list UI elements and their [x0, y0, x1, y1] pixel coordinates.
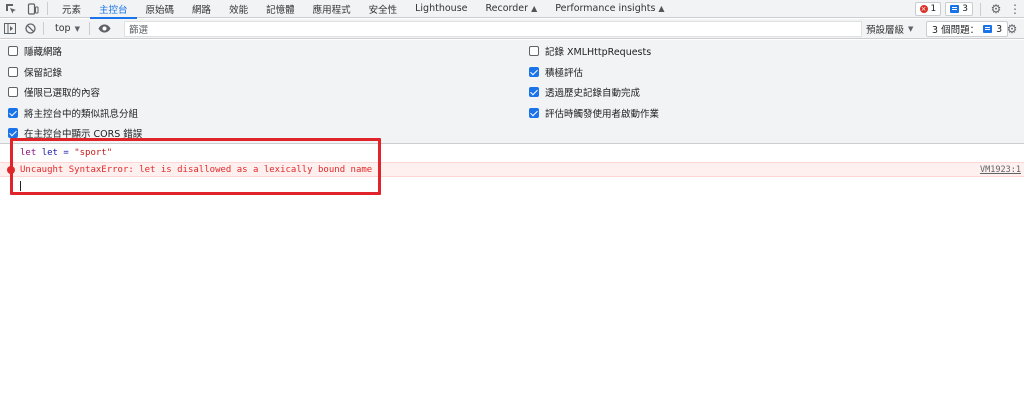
- tab-7[interactable]: 安全性: [360, 0, 407, 18]
- keyword-let: let: [20, 148, 37, 158]
- issues-button[interactable]: 3 個問題： 3: [926, 21, 1009, 37]
- eye-icon[interactable]: [95, 19, 115, 39]
- setting-left-1[interactable]: 保留記錄: [8, 65, 62, 79]
- console-input-echo: let let = "sport": [0, 145, 1024, 161]
- sidebar-toggle-icon[interactable]: [0, 19, 20, 39]
- log-levels-label: 預設層級: [866, 25, 905, 36]
- tab-label: 應用程式: [312, 4, 351, 16]
- setting-checkbox[interactable]: [8, 87, 18, 97]
- setting-checkbox[interactable]: [8, 46, 18, 56]
- tab-label: 元素: [62, 4, 82, 16]
- tab-bar-divider: [47, 2, 48, 15]
- error-count: 1: [930, 4, 937, 14]
- tab-bar-right: × 1 3 ⚙ ⋮: [914, 0, 1024, 18]
- tab-6[interactable]: 應用程式: [304, 0, 360, 18]
- error-icon: [7, 166, 15, 174]
- error-source-link[interactable]: VM1923:1: [980, 165, 1021, 175]
- tab-4[interactable]: 效能: [220, 0, 257, 18]
- message-icon: [950, 5, 960, 13]
- tab-label: 網路: [192, 4, 212, 16]
- setting-label: 保留記錄: [24, 68, 63, 79]
- inspect-element-icon[interactable]: [0, 0, 22, 18]
- setting-right-2[interactable]: 透過歷史記錄自動完成: [529, 85, 640, 99]
- tab-label: Lighthouse: [415, 3, 468, 14]
- toolbar-divider: [43, 22, 44, 35]
- setting-left-0[interactable]: 隱藏網路: [8, 44, 62, 58]
- filter-input[interactable]: 篩選: [124, 21, 862, 37]
- devtools-tab-bar: 元素 主控台 原始碼 網路 效能 記憶體 應用程式 安全性 Lighthouse Recorder…: [0, 0, 1024, 19]
- setting-left-3[interactable]: 將主控台中的類似訊息分組: [8, 106, 138, 120]
- setting-left-2[interactable]: 僅限已選取的內容: [8, 85, 100, 99]
- tab-label: Performance insights: [555, 3, 656, 14]
- setting-label: 僅限已選取的內容: [24, 88, 101, 99]
- setting-label: 隱藏網路: [24, 47, 63, 58]
- tab-5[interactable]: 記憶體: [257, 0, 304, 18]
- setting-checkbox[interactable]: [529, 67, 539, 77]
- context-label: top: [55, 23, 71, 34]
- string-literal: "sport": [74, 148, 113, 158]
- console-settings-gear-icon[interactable]: ⚙: [1002, 22, 1022, 36]
- tab-10[interactable]: Performance insights ▲: [546, 0, 673, 18]
- experimental-flask-icon: ▲: [531, 4, 538, 13]
- tab-2[interactable]: 原始碼: [137, 0, 184, 18]
- log-levels-dropdown[interactable]: 預設層級 ▼: [866, 19, 913, 39]
- device-toolbar-icon[interactable]: [22, 0, 44, 18]
- error-text: Uncaught SyntaxError: let is disallowed …: [20, 164, 373, 175]
- console-error-message: Uncaught SyntaxError: let is disallowed …: [0, 162, 1024, 177]
- filter-placeholder: 篩選: [129, 25, 149, 36]
- error-icon: ×: [919, 5, 928, 13]
- error-count-badge[interactable]: × 1: [914, 2, 942, 16]
- console-output[interactable]: let let = "sport" Uncaught SyntaxError: …: [0, 145, 1024, 404]
- chevron-down-icon: ▼: [908, 25, 914, 33]
- tab-label: 原始碼: [145, 4, 175, 16]
- setting-right-3[interactable]: 評估時觸發使用者啟動作業: [529, 106, 659, 120]
- tab-label: Recorder: [485, 3, 529, 14]
- console-prompt-caret[interactable]: [20, 181, 21, 191]
- tab-3[interactable]: 網路: [183, 0, 220, 18]
- tab-0[interactable]: 元素: [53, 0, 90, 18]
- toolbar-divider: [88, 22, 90, 35]
- issues-label: 3 個問題：: [932, 25, 980, 36]
- message-count: 3: [962, 4, 968, 14]
- setting-checkbox[interactable]: [529, 46, 539, 56]
- identifier-let: let: [41, 148, 58, 158]
- experimental-flask-icon: ▲: [658, 4, 665, 13]
- tab-label: 效能: [229, 4, 249, 16]
- setting-left-4[interactable]: 在主控台中顯示 CORS 錯誤: [8, 126, 142, 140]
- right-divider: [980, 2, 981, 16]
- setting-label: 記錄 XMLHttpRequests: [545, 47, 652, 58]
- more-options-icon[interactable]: ⋮: [1006, 2, 1024, 16]
- setting-checkbox[interactable]: [529, 108, 539, 118]
- setting-right-0[interactable]: 記錄 XMLHttpRequests: [529, 44, 651, 58]
- tab-label: 安全性: [368, 4, 398, 16]
- setting-checkbox[interactable]: [8, 67, 18, 77]
- tab-label: 主控台: [99, 4, 128, 16]
- setting-checkbox[interactable]: [8, 108, 18, 118]
- chevron-down-icon: ▼: [74, 24, 80, 33]
- tab-label: 記憶體: [266, 4, 295, 16]
- setting-checkbox[interactable]: [529, 87, 539, 97]
- setting-right-1[interactable]: 積極評估: [529, 65, 583, 79]
- tab-8[interactable]: Lighthouse: [406, 0, 476, 18]
- setting-checkbox[interactable]: [8, 128, 18, 138]
- clear-console-icon[interactable]: [20, 19, 40, 39]
- setting-label: 積極評估: [545, 68, 584, 79]
- message-count-badge[interactable]: 3: [945, 2, 973, 16]
- assign-operator: =: [57, 148, 75, 158]
- setting-label: 在主控台中顯示 CORS 錯誤: [24, 129, 143, 140]
- tab-9[interactable]: Recorder ▲: [476, 0, 546, 18]
- setting-label: 評估時觸發使用者啟動作業: [545, 109, 660, 120]
- tab-1[interactable]: 主控台: [90, 0, 137, 19]
- setting-label: 將主控台中的類似訊息分組: [24, 109, 139, 120]
- setting-label: 透過歷史記錄自動完成: [545, 88, 641, 99]
- context-selector[interactable]: top ▼: [49, 23, 86, 34]
- console-settings-panel: 隱藏網路保留記錄僅限已選取的內容將主控台中的類似訊息分組 在主控台中顯示 CORS…: [0, 40, 1024, 144]
- message-icon: [983, 25, 993, 33]
- console-toolbar: top ▼ 篩選 預設層級 ▼ 3 個問題： 3 ⚙: [0, 19, 1024, 39]
- gear-icon[interactable]: ⚙: [986, 2, 1006, 16]
